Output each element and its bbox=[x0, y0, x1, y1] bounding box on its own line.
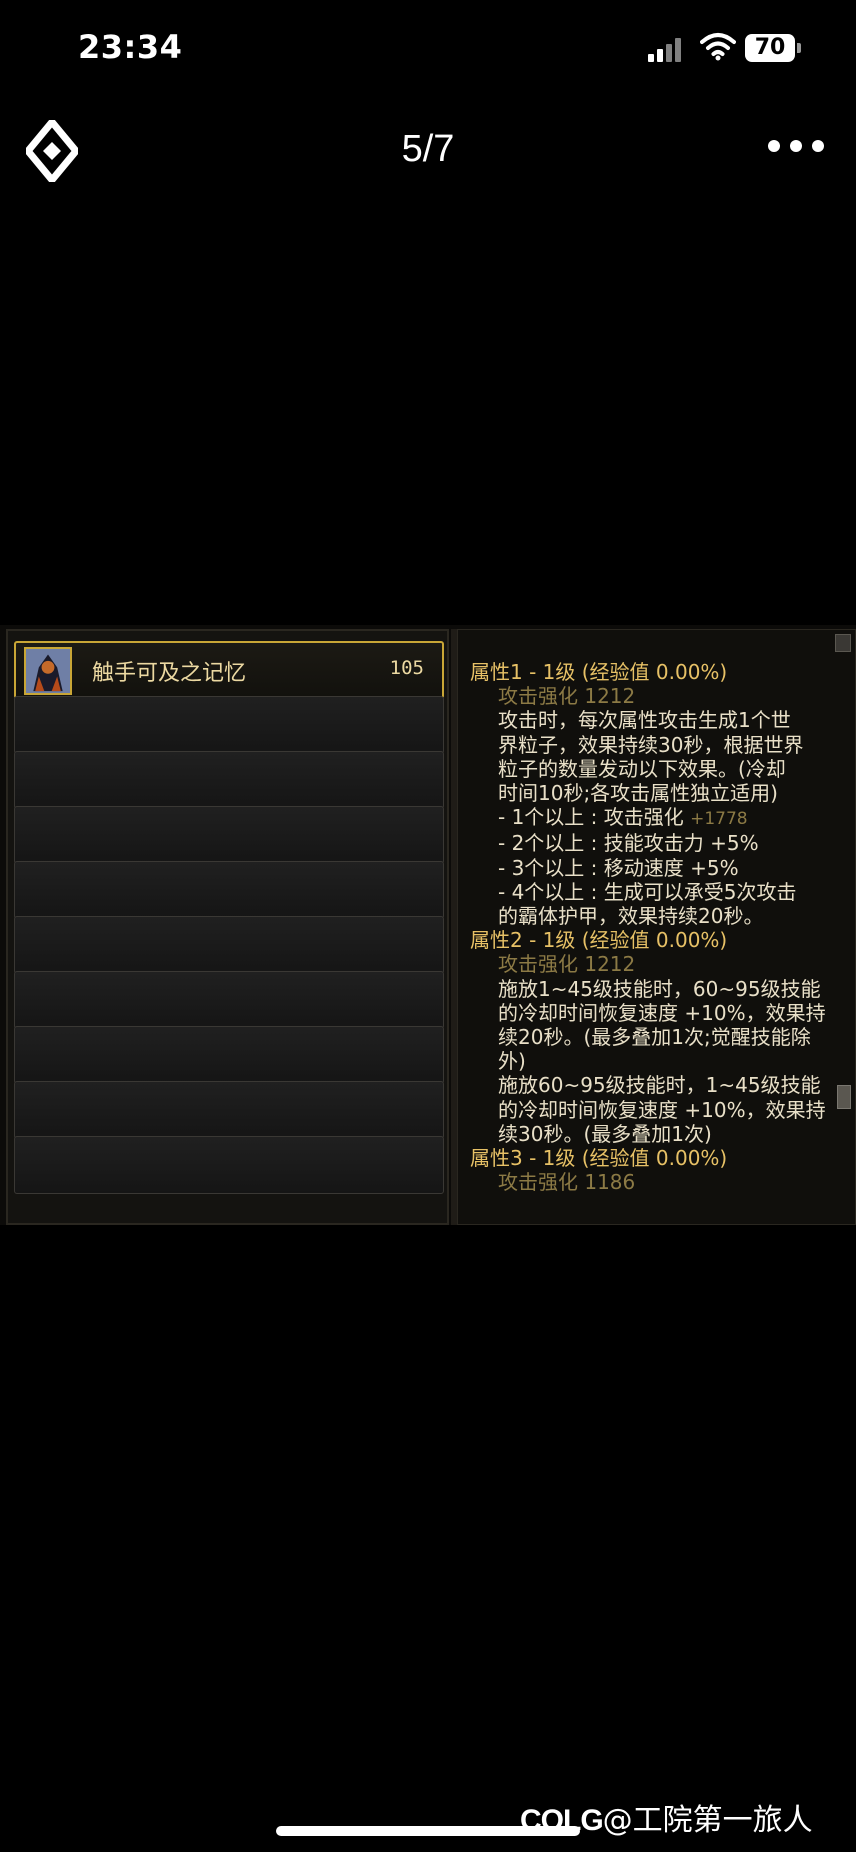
attribute-text: - 2个以上 : 技能攻击力 +5% bbox=[498, 831, 759, 856]
attribute-text: 粒子的数量发动以下效果。(冷却 bbox=[498, 756, 786, 781]
cellular-signal-icon bbox=[648, 38, 684, 62]
empty-item-slot[interactable] bbox=[14, 1136, 444, 1194]
attribute-text: - 1个以上 : 攻击强化 +1778 bbox=[470, 805, 838, 831]
attribute-effect: - 1个以上 : 攻击强化 bbox=[498, 805, 691, 830]
empty-item-slot[interactable] bbox=[14, 861, 444, 919]
item-attributes: 属性1 - 1级 (经验值 0.00%) 攻击强化 1212 攻击时，每次属性攻… bbox=[470, 660, 838, 1194]
attribute-text: - 4个以上 : 生成可以承受5次攻击 bbox=[498, 879, 797, 904]
scrollbar-thumb[interactable] bbox=[837, 1085, 851, 1109]
attribute-stat: 攻击强化 1212 bbox=[498, 684, 636, 709]
item-list-panel: 触手可及之记忆 105 bbox=[6, 629, 449, 1225]
attribute-bonus: +1778 bbox=[690, 809, 748, 830]
attribute-stat: 攻击强化 1186 bbox=[498, 1170, 636, 1195]
item-slot-selected[interactable]: 触手可及之记忆 105 bbox=[14, 641, 444, 699]
empty-item-slot[interactable] bbox=[14, 971, 444, 1029]
empty-item-slot[interactable] bbox=[14, 1026, 444, 1084]
empty-item-slot[interactable] bbox=[14, 751, 444, 809]
attribute-heading: 属性3 - 1级 (经验值 0.00%) bbox=[470, 1146, 728, 1171]
game-screenshot: 触手可及之记忆 105 属性1 - 1级 (经验值 0.00%) 攻击强化 12… bbox=[0, 625, 856, 1225]
empty-item-slot[interactable] bbox=[14, 1081, 444, 1139]
item-details-panel: 属性1 - 1级 (经验值 0.00%) 攻击强化 1212 攻击时，每次属性攻… bbox=[457, 629, 856, 1225]
scroll-up-button[interactable] bbox=[835, 634, 851, 652]
empty-item-slot[interactable] bbox=[14, 696, 444, 754]
attribute-text: 续20秒。(最多叠加1次;觉醒技能除 bbox=[498, 1025, 811, 1050]
attribute-stat: 攻击强化 1212 bbox=[498, 952, 636, 977]
attribute-text: 的霸体护甲，效果持续20秒。 bbox=[498, 904, 764, 929]
attribute-text: 续30秒。(最多叠加1次) bbox=[498, 1121, 712, 1146]
attribute-text: 的冷却时间恢复速度 +10%，效果持 bbox=[498, 1097, 826, 1122]
item-portrait-icon bbox=[24, 647, 72, 695]
item-level: 105 bbox=[389, 657, 424, 679]
wifi-icon bbox=[700, 33, 736, 61]
attribute-heading: 属性2 - 1级 (经验值 0.00%) bbox=[470, 928, 728, 953]
empty-item-slot[interactable] bbox=[14, 806, 444, 864]
attribute-text: 外) bbox=[498, 1049, 526, 1074]
page-counter: 5/7 bbox=[401, 128, 455, 170]
watermark-text: @工院第一旅人 bbox=[602, 1803, 813, 1838]
attribute-text: 界粒子，效果持续30秒，根据世界 bbox=[498, 732, 804, 757]
attribute-text: 时间10秒;各攻击属性独立适用) bbox=[498, 781, 778, 806]
attribute-text: 施放60~95级技能时，1~45级技能 bbox=[498, 1073, 821, 1098]
battery-tip bbox=[797, 43, 801, 53]
empty-item-slot[interactable] bbox=[14, 916, 444, 974]
attribute-text: 的冷却时间恢复速度 +10%，效果持 bbox=[498, 1000, 826, 1025]
more-options-icon[interactable] bbox=[768, 140, 824, 154]
attribute-text: 攻击时，每次属性攻击生成1个世 bbox=[498, 708, 791, 733]
attribute-heading: 属性1 - 1级 (经验值 0.00%) bbox=[470, 660, 728, 684]
attribute-text: - 3个以上 : 移动速度 +5% bbox=[498, 855, 739, 880]
home-indicator[interactable] bbox=[276, 1826, 580, 1836]
status-time: 23:34 bbox=[78, 28, 183, 66]
attribute-text: 施放1~45级技能时，60~95级技能 bbox=[498, 976, 821, 1001]
battery-indicator: 70 bbox=[745, 34, 795, 62]
item-name: 触手可及之记忆 bbox=[92, 661, 247, 686]
